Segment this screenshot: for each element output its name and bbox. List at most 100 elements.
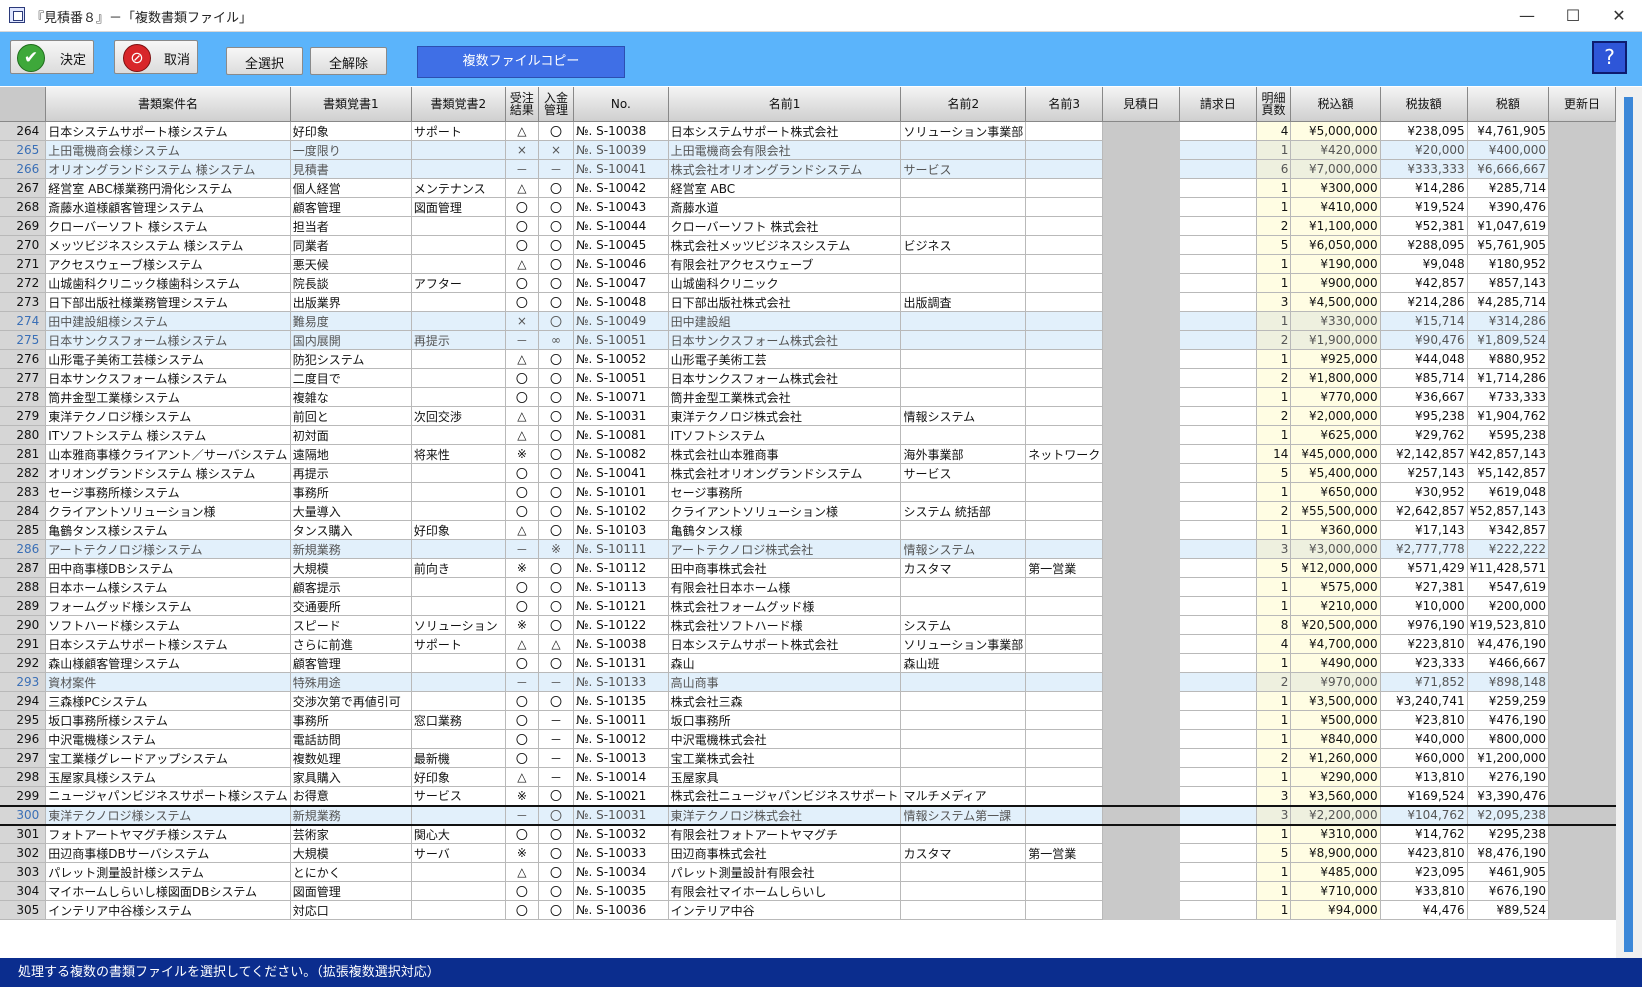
- cell-m2[interactable]: [411, 387, 506, 407]
- cell-m1[interactable]: 家具購入: [290, 767, 412, 787]
- cell-e[interactable]: ¥2,777,778: [1380, 539, 1468, 559]
- cell-empty[interactable]: [1102, 197, 1180, 217]
- cell-empty[interactable]: [1548, 482, 1616, 502]
- cell-empty[interactable]: [1102, 292, 1180, 312]
- cell-m2[interactable]: [411, 653, 506, 673]
- cell-empty[interactable]: [1548, 691, 1616, 711]
- cell-p[interactable]: 1: [1256, 862, 1292, 882]
- cell-m2[interactable]: [411, 501, 506, 521]
- column-header[interactable]: 名前1: [668, 87, 902, 122]
- cell-empty[interactable]: [1179, 197, 1257, 217]
- cell-e[interactable]: ¥333,333: [1380, 159, 1468, 179]
- cell-t[interactable]: ¥650,000: [1290, 482, 1381, 502]
- cell-j[interactable]: △: [505, 425, 540, 445]
- cell-c[interactable]: 第一営業: [1025, 843, 1104, 863]
- cell-x[interactable]: ¥6,666,667: [1467, 159, 1550, 179]
- cell-p[interactable]: 3: [1256, 292, 1292, 312]
- cell-e[interactable]: ¥169,524: [1380, 786, 1468, 806]
- cell-p[interactable]: 1: [1256, 520, 1292, 540]
- table-row[interactable]: 280 ITソフトシステム 様システム 初対面 △ 〇 №. S-10081 ITソフトシス…: [0, 425, 1616, 445]
- cell-no[interactable]: №. S-10133: [573, 672, 669, 692]
- cell-k[interactable]: 〇: [538, 824, 575, 844]
- cell-p[interactable]: 4: [1256, 634, 1292, 654]
- table-row[interactable]: 277 日本サンクスフォーム様システム 二度目で〇〇 №. S-10051 日本サンクス…: [0, 368, 1616, 388]
- cell-c[interactable]: [1025, 881, 1104, 901]
- row-number[interactable]: 277: [0, 368, 47, 388]
- cell-x[interactable]: ¥1,809,524: [1467, 330, 1550, 350]
- cell-a[interactable]: 山城歯科クリニック: [668, 273, 902, 293]
- cell-no[interactable]: №. S-10035: [573, 881, 669, 901]
- cell-t[interactable]: ¥500,000: [1290, 710, 1381, 730]
- cell-name[interactable]: クローバーソフト 様システム: [45, 216, 291, 236]
- cell-x[interactable]: ¥19,523,810: [1467, 615, 1550, 635]
- table-row[interactable]: 270 メッツビジネスシステム 様システム 同業者〇〇 №. S-10045 株式会社メ…: [0, 235, 1616, 255]
- cell-p[interactable]: 1: [1256, 482, 1292, 502]
- cell-k[interactable]: 〇: [538, 577, 575, 597]
- cell-a[interactable]: 中沢電機株式会社: [668, 729, 902, 749]
- cell-x[interactable]: ¥898,148: [1467, 672, 1550, 692]
- cell-t[interactable]: ¥575,000: [1290, 577, 1381, 597]
- column-header[interactable]: 名前2: [900, 87, 1027, 122]
- cell-k[interactable]: 〇: [538, 862, 575, 882]
- cell-c[interactable]: [1025, 672, 1104, 692]
- cell-empty[interactable]: [1179, 235, 1257, 255]
- cell-no[interactable]: №. S-10071: [573, 387, 669, 407]
- cell-x[interactable]: ¥314,286: [1467, 311, 1550, 331]
- row-number[interactable]: 302: [0, 843, 47, 863]
- cell-name[interactable]: マイホームしらいし様図面DBシステム: [45, 881, 291, 901]
- cell-t[interactable]: ¥420,000: [1290, 140, 1381, 160]
- cell-no[interactable]: №. S-10034: [573, 862, 669, 882]
- cell-b[interactable]: [900, 824, 1027, 844]
- cell-empty[interactable]: [1102, 216, 1180, 236]
- column-header[interactable]: 明細 頁数: [1256, 87, 1292, 122]
- cell-c[interactable]: [1025, 273, 1104, 293]
- cell-no[interactable]: №. S-10041: [573, 159, 669, 179]
- column-header[interactable]: 見積日: [1102, 87, 1180, 122]
- cell-name[interactable]: 経営室 ABC様業務円滑化システム: [45, 178, 291, 198]
- cell-x[interactable]: ¥400,000: [1467, 140, 1550, 160]
- cell-k[interactable]: 〇: [538, 349, 575, 369]
- cell-x[interactable]: ¥295,238: [1467, 824, 1550, 844]
- cell-empty[interactable]: [1548, 804, 1616, 826]
- cell-e[interactable]: ¥257,143: [1380, 463, 1468, 483]
- multi-file-copy-button[interactable]: 複数ファイルコピー: [417, 46, 625, 78]
- table-row[interactable]: 286 アートテクノロジ様システム 新規業務 － ※ №. S-10111 アートテクノロジ…: [0, 539, 1616, 559]
- cell-empty[interactable]: [1179, 368, 1257, 388]
- table-row[interactable]: 295 坂口事務所様システム 事務所 窓口業務〇－ №. S-10011 坂口事務所 1 ¥5…: [0, 710, 1616, 730]
- cell-no[interactable]: №. S-10122: [573, 615, 669, 635]
- cell-empty[interactable]: [1179, 672, 1257, 692]
- cell-b[interactable]: [900, 140, 1027, 160]
- help-button[interactable]: ?: [1592, 41, 1627, 74]
- cell-no[interactable]: №. S-10039: [573, 140, 669, 160]
- cell-empty[interactable]: [1179, 273, 1257, 293]
- document-grid[interactable]: 書類案件名 書類覚書1 書類覚書2 受注 結果 入金 管理 No. 名前1 名前2 名前3 見積日…: [0, 87, 1616, 958]
- column-header[interactable]: 名前3: [1025, 87, 1104, 122]
- cell-c[interactable]: [1025, 748, 1104, 768]
- cell-empty[interactable]: [1179, 254, 1257, 274]
- cell-p[interactable]: 1: [1256, 254, 1292, 274]
- cell-c[interactable]: [1025, 406, 1104, 426]
- cell-a[interactable]: 斎藤水道: [668, 197, 902, 217]
- cell-e[interactable]: ¥571,429: [1380, 558, 1468, 578]
- cell-no[interactable]: №. S-10051: [573, 368, 669, 388]
- cell-c[interactable]: [1025, 330, 1104, 350]
- cell-m1[interactable]: 大規模: [290, 558, 412, 578]
- cell-j[interactable]: △: [505, 634, 540, 654]
- cell-empty[interactable]: [1102, 501, 1180, 521]
- table-row[interactable]: 292 森山様顧客管理システム 顧客管理〇〇 №. S-10131 森山 森山班 1 ¥490…: [0, 653, 1616, 673]
- cell-p[interactable]: 2: [1256, 368, 1292, 388]
- table-row[interactable]: 294 三森様PCシステム 交渉次第で再値引可〇〇 №. S-10135 株式会社三森 1…: [0, 691, 1616, 711]
- cell-name[interactable]: 玉屋家具様システム: [45, 767, 291, 787]
- cell-p[interactable]: 2: [1256, 672, 1292, 692]
- cell-m1[interactable]: 新規業務: [290, 539, 412, 559]
- cell-no[interactable]: №. S-10121: [573, 596, 669, 616]
- cell-j[interactable]: 〇: [505, 824, 540, 844]
- cell-m2[interactable]: アフター: [411, 273, 506, 293]
- row-number[interactable]: 279: [0, 406, 47, 426]
- cell-empty[interactable]: [1548, 387, 1616, 407]
- maximize-button[interactable]: ☐: [1550, 0, 1596, 31]
- cell-e[interactable]: ¥3,240,741: [1380, 691, 1468, 711]
- cell-c[interactable]: 第一営業: [1025, 558, 1104, 578]
- row-number[interactable]: 300: [0, 804, 47, 826]
- cell-p[interactable]: 1: [1256, 900, 1292, 920]
